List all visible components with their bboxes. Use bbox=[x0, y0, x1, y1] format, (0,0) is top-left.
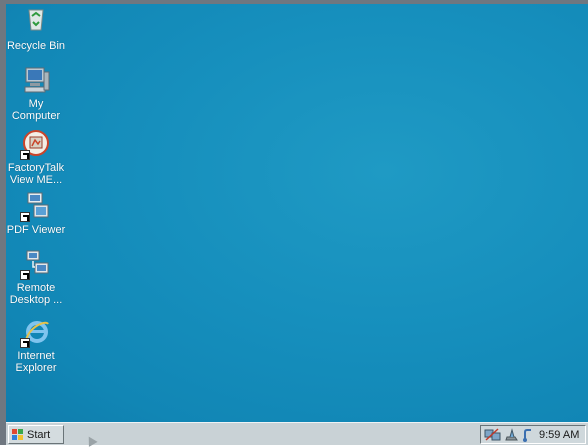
desktop-icon-pdf-viewer[interactable]: PDF Viewer bbox=[2, 190, 70, 236]
windows-logo-icon bbox=[12, 428, 23, 440]
my-computer-icon bbox=[20, 64, 52, 96]
desktop-icon-label: FactoryTalk View ME... bbox=[7, 162, 65, 186]
desktop-icon-recycle-bin[interactable]: Recycle Bin bbox=[2, 6, 70, 52]
start-button[interactable]: Start bbox=[8, 425, 64, 444]
clock[interactable]: 9:59 AM bbox=[539, 429, 579, 441]
start-label: Start bbox=[27, 428, 51, 441]
desktop-icon-internet-explorer[interactable]: Internet Explorer bbox=[2, 316, 70, 374]
internet-explorer-icon bbox=[20, 316, 52, 348]
desktop[interactable]: Recycle Bin My Computer FactoryTalk View… bbox=[6, 4, 588, 422]
desktop-icon-label: My Computer bbox=[11, 98, 61, 122]
shortcut-arrow-icon bbox=[20, 338, 30, 348]
remote-desktop-icon bbox=[20, 248, 52, 280]
desktop-icon-label: Internet Explorer bbox=[15, 350, 57, 374]
system-tray: 9:59 AM bbox=[480, 425, 586, 444]
desktop-icon-my-computer[interactable]: My Computer bbox=[2, 64, 70, 122]
shortcut-arrow-icon bbox=[20, 270, 30, 280]
keyboard-icon[interactable] bbox=[522, 428, 534, 442]
desktop-icon-label: Recycle Bin bbox=[6, 40, 66, 52]
desktop-icon-remote-desktop[interactable]: Remote Desktop ... bbox=[2, 248, 70, 306]
recycle-bin-icon bbox=[20, 6, 52, 38]
desktop-icon-label: Remote Desktop ... bbox=[9, 282, 63, 306]
desktop-icon-label: PDF Viewer bbox=[6, 224, 66, 236]
shortcut-arrow-icon bbox=[20, 150, 30, 160]
shortcut-arrow-icon bbox=[20, 212, 30, 222]
desktop-icon-factorytalk[interactable]: FactoryTalk View ME... bbox=[2, 128, 70, 186]
pdf-viewer-icon bbox=[20, 190, 52, 222]
speaker-icon[interactable] bbox=[505, 427, 519, 442]
network-icon[interactable] bbox=[484, 427, 502, 442]
factorytalk-icon bbox=[20, 128, 52, 160]
